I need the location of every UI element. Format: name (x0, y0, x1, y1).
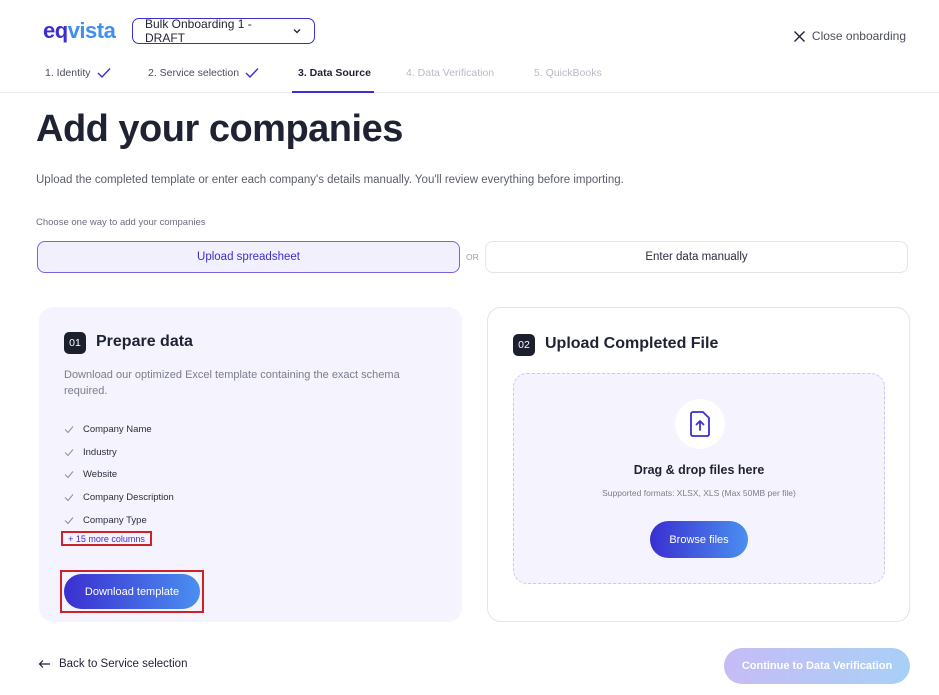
file-dropzone[interactable]: Drag & drop files here Supported formats… (513, 373, 885, 584)
step-label: 1. Identity (45, 67, 91, 79)
step-identity[interactable]: 1. Identity (45, 67, 111, 79)
more-columns-link[interactable]: + 15 more columns (61, 531, 152, 546)
column-name: Company Name (83, 423, 152, 435)
column-name: Company Description (83, 492, 174, 504)
logo-text-part1: eq (43, 18, 68, 43)
upload-file-title: Upload Completed File (545, 335, 719, 352)
page-subtitle: Upload the completed template or enter e… (36, 174, 624, 186)
step-number-badge: 01 (64, 332, 86, 354)
column-item: Company Type (64, 509, 174, 532)
column-name: Industry (83, 446, 117, 458)
supported-formats-text: Supported formats: XLSX, XLS (Max 50MB p… (602, 488, 796, 498)
back-link-label: Back to Service selection (59, 658, 188, 670)
step-quickbooks: 5. QuickBooks (534, 67, 602, 79)
upload-spreadsheet-option[interactable]: Upload spreadsheet (37, 241, 460, 273)
close-icon (793, 30, 805, 42)
or-separator: OR (466, 252, 479, 262)
eqvista-logo[interactable]: eqvista (43, 18, 116, 44)
column-item: Company Name (64, 418, 174, 441)
prepare-data-description: Download our optimized Excel template co… (64, 369, 400, 397)
close-onboarding-label: Close onboarding (811, 29, 906, 43)
column-name: Website (83, 469, 118, 481)
download-template-highlight: Download template (60, 570, 204, 613)
step-label: 3. Data Source (298, 67, 371, 79)
prepare-data-card: 01 Prepare data Download our optimized E… (39, 307, 462, 622)
upload-completed-file-card: 02 Upload Completed File Drag & drop fil… (487, 307, 910, 622)
check-icon (64, 448, 74, 456)
enter-data-manually-option[interactable]: Enter data manually (485, 241, 908, 273)
column-item: Website (64, 464, 174, 487)
file-upload-icon (675, 399, 725, 449)
check-icon (64, 494, 74, 502)
step-label: 5. QuickBooks (534, 67, 602, 79)
step-label: 4. Data Verification (406, 67, 495, 79)
check-icon (64, 517, 74, 525)
check-icon (245, 68, 259, 79)
column-item: Industry (64, 441, 174, 464)
page-title: Add your companies (36, 108, 403, 150)
back-to-service-selection-link[interactable]: Back to Service selection (38, 658, 187, 670)
step-service-selection[interactable]: 2. Service selection (148, 67, 259, 79)
arrow-left-icon (38, 660, 50, 668)
step-number-badge: 02 (513, 334, 535, 356)
chevron-down-icon (293, 29, 301, 34)
logo-text-part2: vista (67, 18, 116, 43)
step-data-verification: 4. Data Verification (406, 67, 494, 79)
template-column-list: Company Name Industry Website Company De… (64, 418, 174, 532)
active-step-indicator (292, 91, 374, 93)
choose-method-label: Choose one way to add your companies (36, 217, 206, 228)
check-icon (64, 471, 74, 479)
close-onboarding-button[interactable]: Close onboarding (793, 29, 906, 43)
draft-select-label: Bulk Onboarding 1 - DRAFT (145, 17, 252, 45)
browse-files-button[interactable]: Browse files (650, 521, 748, 558)
column-item: Company Description (64, 486, 174, 509)
check-icon (97, 68, 111, 79)
check-icon (64, 426, 74, 434)
step-label: 2. Service selection (148, 67, 240, 79)
onboarding-stepper: 1. Identity 2. Service selection 3. Data… (0, 60, 939, 93)
continue-to-data-verification-button[interactable]: Continue to Data Verification (724, 648, 910, 684)
column-name: Company Type (83, 515, 147, 527)
dropzone-title: Drag & drop files here (633, 463, 765, 477)
draft-select-dropdown[interactable]: Bulk Onboarding 1 - DRAFT (132, 17, 315, 45)
step-data-source[interactable]: 3. Data Source (298, 67, 371, 79)
download-template-button[interactable]: Download template (64, 574, 200, 609)
prepare-data-title: Prepare data (96, 333, 193, 350)
